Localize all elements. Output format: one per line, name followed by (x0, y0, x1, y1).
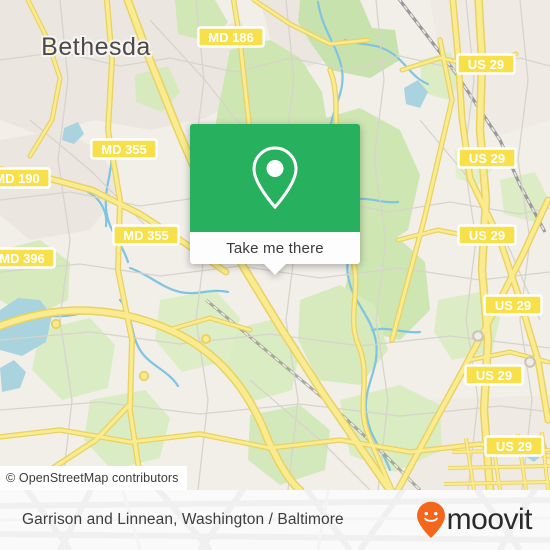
road-shield: US 29 (484, 435, 544, 457)
moovit-logo[interactable]: moovit (416, 501, 533, 539)
popup-footer[interactable]: Take me there (190, 232, 360, 275)
road-shield: US 29 (464, 364, 524, 386)
map-city-label-group: Bethesda (39, 31, 152, 63)
road-shield-label: MD 190 (0, 171, 40, 186)
road-shield: MD 190 (0, 167, 51, 189)
moovit-pin-icon (416, 501, 445, 538)
location-popup-card[interactable]: Take me there (190, 124, 360, 275)
map-city-label: Bethesda (41, 33, 151, 61)
osm-attribution-text[interactable]: © OpenStreetMap contributors (6, 471, 179, 485)
road-shield-label: US 29 (476, 368, 512, 383)
popup-header (190, 124, 360, 232)
map-pin-icon (252, 146, 298, 210)
location-title: Garrison and Linnean, Washington / Balti… (22, 511, 344, 528)
road-shield-label: MD 355 (101, 142, 147, 157)
road-shield-label: US 29 (495, 298, 531, 313)
map-screenshot: Bethesda MD 186 MD 355 MD 190 MD 355 MD 396 U… (0, 0, 550, 550)
road-shield-label: US 29 (468, 57, 504, 72)
road-shield-label: MD 186 (208, 30, 254, 45)
road-shield: MD 355 (90, 138, 158, 160)
road-shield: US 29 (457, 147, 517, 169)
take-me-there-label[interactable]: Take me there (226, 240, 324, 257)
attribution-bar: © OpenStreetMap contributors (0, 466, 187, 490)
popup-tail (264, 264, 286, 275)
road-shield: MD 396 (0, 247, 56, 269)
road-shield-label: US 29 (469, 151, 505, 166)
road-shield-label: US 29 (496, 439, 532, 454)
moovit-wordmark: moovit (446, 503, 533, 536)
road-shield-label: MD 355 (123, 228, 169, 243)
road-shield-label: US 29 (469, 228, 505, 243)
road-shield: US 29 (483, 294, 543, 316)
page-footer: Garrison and Linnean, Washington / Balti… (0, 490, 550, 550)
road-shield-label: MD 396 (0, 251, 45, 266)
road-shield: MD 355 (112, 224, 180, 246)
road-shield: MD 186 (197, 26, 265, 48)
road-shield: US 29 (457, 224, 517, 246)
road-shield: US 29 (456, 53, 516, 75)
